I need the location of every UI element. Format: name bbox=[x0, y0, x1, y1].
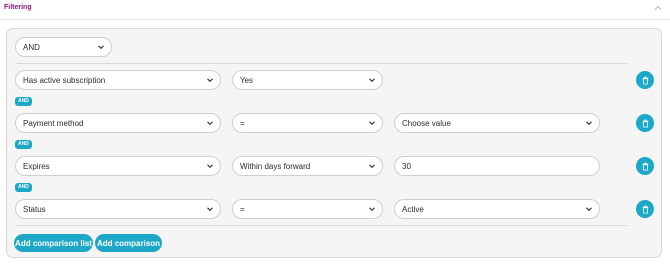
filtering-section-header[interactable]: Filtering bbox=[0, 0, 670, 20]
condition-field-select[interactable]: Payment method bbox=[15, 113, 221, 133]
condition-field-select[interactable]: Status bbox=[15, 199, 221, 219]
condition-operator-select[interactable]: Within days forward bbox=[232, 156, 383, 176]
delete-condition-button[interactable] bbox=[636, 200, 654, 218]
and-connector-badge: AND bbox=[15, 183, 32, 192]
condition-operator-value: Within days forward bbox=[240, 161, 311, 171]
condition-operator-value: = bbox=[240, 204, 245, 214]
condition-value-select[interactable]: Choose value bbox=[394, 113, 600, 133]
condition-operator-select[interactable]: = bbox=[232, 113, 383, 133]
condition-value: 30 bbox=[402, 161, 411, 171]
condition-field-value: Payment method bbox=[23, 118, 84, 128]
condition-field-select[interactable]: Expires bbox=[15, 156, 221, 176]
chevron-down-icon bbox=[207, 207, 213, 212]
delete-condition-button[interactable] bbox=[636, 157, 654, 175]
add-comparison-list-label: Add comparison list bbox=[15, 238, 92, 248]
root-operator-select[interactable]: AND bbox=[15, 37, 112, 57]
condition-field-value: Status bbox=[23, 204, 46, 214]
condition-operator-value: = bbox=[240, 118, 245, 128]
chevron-down-icon bbox=[586, 121, 592, 126]
chevron-down-icon bbox=[586, 207, 592, 212]
divider bbox=[15, 225, 627, 226]
delete-condition-button[interactable] bbox=[636, 114, 654, 132]
condition-value: Active bbox=[402, 204, 424, 214]
condition-field-select[interactable]: Has active subscription bbox=[15, 70, 221, 90]
and-connector-badge: AND bbox=[15, 140, 32, 149]
and-connector-badge: AND bbox=[15, 97, 32, 106]
add-comparison-list-button[interactable]: Add comparison list bbox=[14, 234, 93, 252]
condition-value-select[interactable]: Active bbox=[394, 199, 600, 219]
chevron-down-icon bbox=[369, 164, 375, 169]
condition-operator-select[interactable]: = bbox=[232, 199, 383, 219]
chevron-down-icon bbox=[369, 121, 375, 126]
trash-icon bbox=[642, 162, 648, 171]
trash-icon bbox=[642, 119, 648, 128]
add-comparison-button[interactable]: Add comparison bbox=[95, 234, 162, 252]
condition-value: Choose value bbox=[402, 118, 451, 128]
divider bbox=[15, 63, 627, 64]
chevron-down-icon bbox=[207, 121, 213, 126]
delete-condition-button[interactable] bbox=[636, 71, 654, 89]
section-title: Filtering bbox=[4, 4, 32, 11]
trash-icon bbox=[642, 205, 648, 214]
condition-field-value: Expires bbox=[23, 161, 50, 171]
chevron-down-icon bbox=[207, 78, 213, 83]
chevron-down-icon bbox=[369, 78, 375, 83]
filter-panel: AND Has active subscription Yes AND Paym… bbox=[6, 28, 662, 258]
add-comparison-label: Add comparison bbox=[96, 238, 161, 248]
chevron-down-icon bbox=[207, 164, 213, 169]
chevron-up-icon[interactable] bbox=[653, 3, 663, 13]
condition-operator-select[interactable]: Yes bbox=[232, 70, 383, 90]
trash-icon bbox=[642, 76, 648, 85]
chevron-down-icon bbox=[98, 45, 104, 50]
condition-operator-value: Yes bbox=[240, 75, 254, 85]
condition-field-value: Has active subscription bbox=[23, 75, 106, 85]
condition-value-input[interactable]: 30 bbox=[394, 156, 600, 176]
root-operator-value: AND bbox=[23, 42, 40, 52]
chevron-down-icon bbox=[369, 207, 375, 212]
